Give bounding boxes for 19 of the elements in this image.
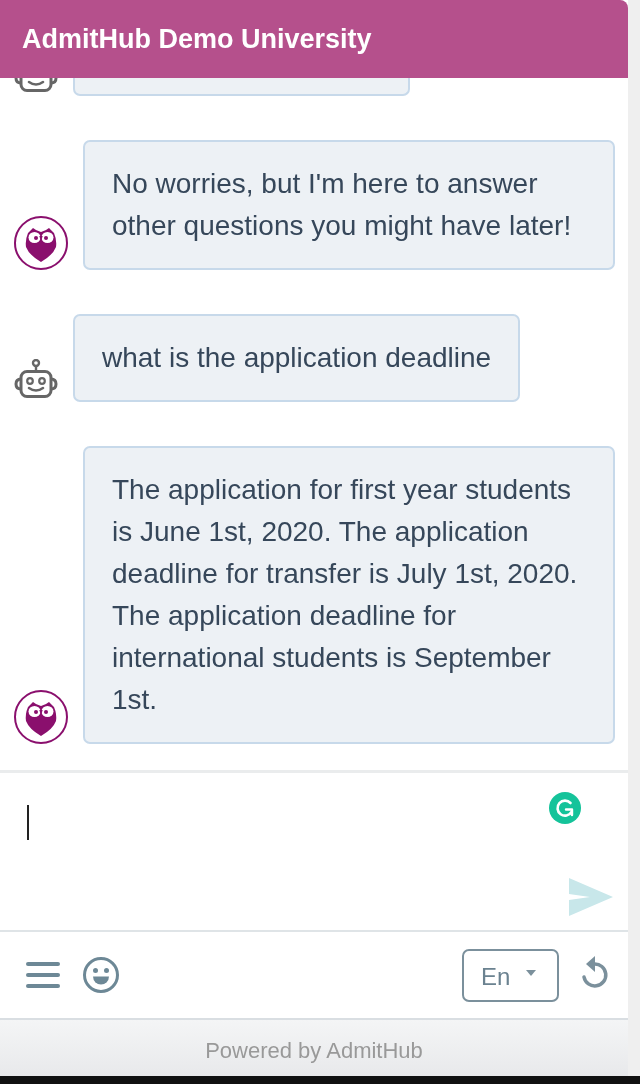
menu-icon [26,962,60,988]
circle-arrow-badge-icon[interactable] [549,792,581,824]
smiley-icon [82,956,120,994]
window-title: AdmitHub Demo University [22,23,372,55]
send-icon [569,878,613,916]
caret-icon [526,970,537,976]
restart-button[interactable] [580,954,610,990]
menu-button[interactable] [26,962,60,988]
message-bubble: what is the application deadline [73,314,521,402]
owl-avatar-icon [14,690,68,744]
language-dropdown[interactable]: En [462,948,559,1002]
message-bubble: No worries, but I'm here to answer other questions you might have later! [83,140,615,270]
powered-by-text: Powered by AdmitHub [205,1038,423,1064]
emoji-button[interactable] [82,956,120,994]
robot-icon [14,78,58,92]
restart-icon [580,954,610,990]
message-bubble: The application for first year students is June 1st, 2020. The application deadline for transfer is July 1st, 2020. The application deadline for international students is September 1st. [83,446,615,744]
owl-avatar-icon [14,216,68,270]
robot-icon [14,359,58,399]
